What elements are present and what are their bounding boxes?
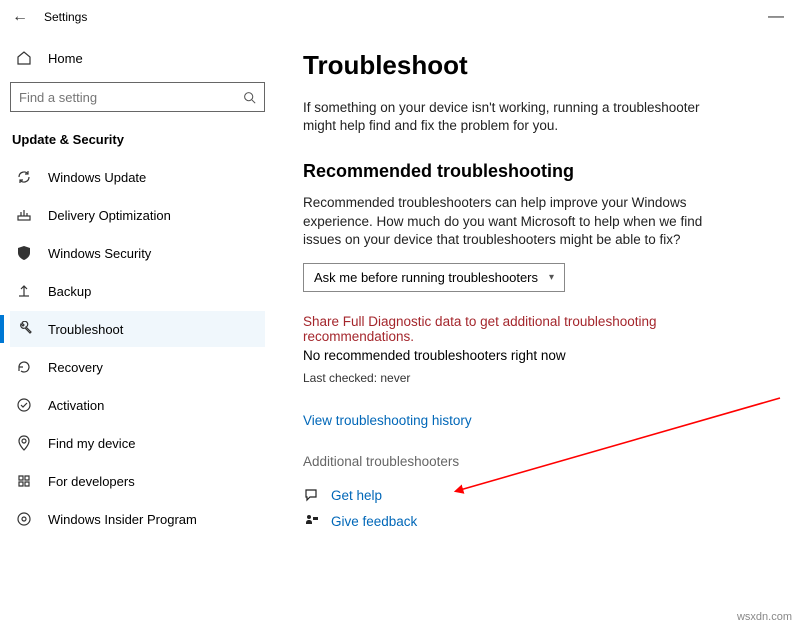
- troubleshoot-preference-select[interactable]: Ask me before running troubleshooters ▾: [303, 263, 565, 292]
- delivery-icon: [16, 207, 32, 223]
- sidebar-item-backup[interactable]: Backup: [10, 273, 265, 309]
- wrench-icon: [16, 321, 32, 337]
- search-icon: [243, 91, 256, 104]
- nav-label: Troubleshoot: [48, 322, 123, 337]
- sync-icon: [16, 169, 32, 185]
- sidebar-item-windows-update[interactable]: Windows Update: [10, 159, 265, 195]
- diagnostic-warning: Share Full Diagnostic data to get additi…: [303, 314, 703, 344]
- shield-icon: [16, 245, 32, 261]
- location-icon: [16, 435, 32, 451]
- nav-label: Windows Update: [48, 170, 146, 185]
- nav-label: Recovery: [48, 360, 103, 375]
- select-value: Ask me before running troubleshooters: [314, 270, 538, 285]
- window-title: Settings: [44, 10, 87, 24]
- recommended-text: Recommended troubleshooters can help imp…: [303, 194, 703, 249]
- nav-label: For developers: [48, 474, 135, 489]
- feedback-icon: [303, 513, 319, 529]
- back-button[interactable]: ←: [10, 8, 30, 26]
- get-help-link[interactable]: Get help: [331, 488, 382, 503]
- nav-label: Windows Insider Program: [48, 512, 197, 527]
- sidebar: Home Update & Security Windows Update De…: [0, 34, 275, 629]
- watermark: wsxdn.com: [737, 611, 792, 623]
- recovery-icon: [16, 359, 32, 375]
- sidebar-item-windows-insider[interactable]: Windows Insider Program: [10, 501, 265, 537]
- intro-text: If something on your device isn't workin…: [303, 99, 703, 135]
- history-link[interactable]: View troubleshooting history: [303, 413, 770, 428]
- page-title: Troubleshoot: [303, 50, 770, 81]
- additional-troubleshooters-link[interactable]: Additional troubleshooters: [303, 454, 770, 469]
- nav-label: Windows Security: [48, 246, 151, 261]
- minimize-button[interactable]: —: [762, 8, 790, 26]
- chat-icon: [303, 487, 319, 503]
- give-feedback-row[interactable]: Give feedback: [303, 513, 770, 529]
- recommended-heading: Recommended troubleshooting: [303, 161, 770, 182]
- sidebar-item-activation[interactable]: Activation: [10, 387, 265, 423]
- home-nav[interactable]: Home: [10, 40, 265, 80]
- check-circle-icon: [16, 397, 32, 413]
- search-box[interactable]: [10, 82, 265, 112]
- sidebar-item-for-developers[interactable]: For developers: [10, 463, 265, 499]
- developers-icon: [16, 473, 32, 489]
- main-content: Troubleshoot If something on your device…: [275, 34, 800, 629]
- nav-label: Backup: [48, 284, 91, 299]
- sidebar-item-recovery[interactable]: Recovery: [10, 349, 265, 385]
- sidebar-item-troubleshoot[interactable]: Troubleshoot: [10, 311, 265, 347]
- home-icon: [16, 50, 32, 66]
- sidebar-item-windows-security[interactable]: Windows Security: [10, 235, 265, 271]
- nav-label: Find my device: [48, 436, 135, 451]
- insider-icon: [16, 511, 32, 527]
- home-label: Home: [48, 51, 83, 66]
- chevron-down-icon: ▾: [549, 272, 554, 283]
- group-label: Update & Security: [10, 128, 265, 157]
- sidebar-item-find-my-device[interactable]: Find my device: [10, 425, 265, 461]
- get-help-row[interactable]: Get help: [303, 487, 770, 503]
- no-recommended-text: No recommended troubleshooters right now: [303, 348, 770, 363]
- sidebar-item-delivery-optimization[interactable]: Delivery Optimization: [10, 197, 265, 233]
- nav-label: Activation: [48, 398, 104, 413]
- last-checked-text: Last checked: never: [303, 371, 770, 385]
- give-feedback-link[interactable]: Give feedback: [331, 514, 417, 529]
- nav-label: Delivery Optimization: [48, 208, 171, 223]
- backup-icon: [16, 283, 32, 299]
- search-input[interactable]: [19, 90, 243, 105]
